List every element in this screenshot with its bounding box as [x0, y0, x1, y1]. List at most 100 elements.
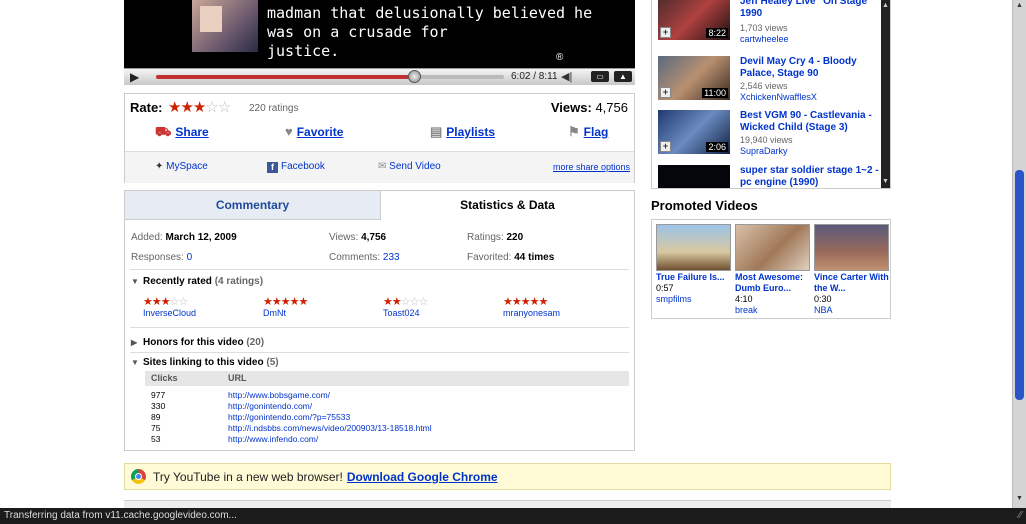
clicks-column-header: Clicks [151, 373, 178, 383]
video-frame-image [192, 0, 258, 52]
share-button[interactable]: ⛟ Share [155, 124, 209, 142]
popout-button-icon[interactable]: ▭ [591, 71, 609, 82]
link-url[interactable]: http://i.ndsbbs.com/news/video/200903/13… [228, 423, 432, 433]
link-url[interactable]: http://www.infendo.com/ [228, 434, 318, 444]
related-video-item[interactable]: + 2:06 Best VGM 90 - Castlevania - Wicke… [658, 110, 878, 160]
time-display: 6:02 / 8:11 [511, 71, 558, 82]
chrome-promo-banner: Try YouTube in a new web browser! Downloa… [124, 463, 891, 490]
share-options-row: ✦ MySpace f Facebook ✉ Send Video more sh… [125, 151, 634, 183]
promoted-video-channel[interactable]: smpfilms [656, 294, 734, 305]
views-value: 4,756 [595, 100, 628, 115]
promoted-video-title[interactable]: Most Awesome: Dumb Euro... [735, 272, 813, 294]
sites-linking-toggle[interactable]: ▼ Sites linking to this video (5) [131, 357, 279, 368]
scroll-up-icon[interactable]: ▲ [882, 2, 889, 9]
related-video-user[interactable]: SupraDarky [740, 146, 788, 156]
promoted-video-title[interactable]: Vince Carter With the W... [814, 272, 892, 294]
divider [130, 352, 629, 353]
myspace-icon: ✦ [155, 161, 164, 172]
resize-grip-icon[interactable]: ⁄⁄ [1019, 508, 1022, 524]
rating-stars[interactable]: ★★★☆☆ [168, 98, 231, 116]
add-to-quicklist-icon[interactable]: + [660, 27, 671, 38]
honors-toggle[interactable]: ▶ Honors for this video (20) [131, 337, 264, 348]
related-video-user[interactable]: cartwheelee [740, 34, 789, 44]
rater-user-link[interactable]: mranyonesam [503, 308, 593, 318]
related-video-title[interactable]: Devil May Cry 4 - Bloody Palace, Stage 9… [740, 56, 880, 80]
video-thumbnail[interactable]: + 8:22 [658, 0, 730, 40]
tab-statistics[interactable]: Statistics & Data [381, 191, 634, 220]
video-thumbnail[interactable] [814, 224, 889, 271]
comments-link[interactable]: 233 [383, 252, 400, 263]
link-url[interactable]: http://gonintendo.com/ [228, 401, 312, 411]
tab-commentary[interactable]: Commentary [125, 191, 381, 220]
link-url[interactable]: http://www.bobsgame.com/ [228, 390, 330, 400]
playlists-button[interactable]: ▤ Playlists [430, 124, 495, 140]
rater-user-link[interactable]: Toast024 [383, 308, 473, 318]
star-filled-icon[interactable]: ★ [193, 99, 206, 116]
video-thumbnail[interactable]: + 2:06 [658, 110, 730, 154]
promoted-video-title[interactable]: True Failure Is... [656, 272, 734, 283]
star-empty-icon: ☆ [409, 296, 420, 308]
recently-rated-toggle[interactable]: ▼ Recently rated (4 ratings) [131, 276, 263, 287]
favorite-button[interactable]: ♥ Favorite [285, 124, 343, 139]
play-icon[interactable]: ▶ [130, 70, 139, 84]
more-share-options-link[interactable]: more share options [553, 162, 630, 172]
rater-stars: ★★★★★ [263, 296, 308, 308]
video-thumbnail[interactable]: + 11:00 [658, 56, 730, 100]
star-filled-icon: ★ [383, 296, 393, 308]
fullscreen-button-icon[interactable]: ▲ [614, 71, 632, 82]
video-thumbnail[interactable] [656, 224, 731, 271]
seek-bar-played [156, 75, 414, 79]
scroll-up-icon[interactable]: ▲ [1015, 2, 1024, 9]
rater-user-link[interactable]: InverseCloud [143, 308, 233, 318]
flag-icon: ⚑ [568, 124, 580, 139]
triangle-down-icon: ▼ [131, 277, 139, 286]
send-video-link[interactable]: ✉ Send Video [378, 161, 441, 172]
facebook-share-link[interactable]: f Facebook [267, 161, 325, 173]
related-video-user[interactable]: XchickenNwafflesX [740, 92, 817, 102]
scrollbar-thumb[interactable] [1015, 170, 1024, 400]
star-filled-icon: ★ [160, 296, 171, 308]
promoted-video-duration: 4:10 [735, 294, 753, 304]
promoted-video-channel[interactable]: break [735, 305, 813, 316]
page-scrollbar[interactable]: ▲ ▼ [1012, 0, 1026, 508]
related-video-item[interactable]: + 11:00 Devil May Cry 4 - Bloody Palace,… [658, 56, 878, 106]
related-list-scrollbar[interactable]: ▲ ▼ [881, 0, 890, 188]
promoted-video-channel[interactable]: NBA [814, 305, 892, 316]
rater-stars: ★★☆☆☆ [383, 296, 429, 308]
link-url[interactable]: http://gonintendo.com/?p=75533 [228, 412, 350, 422]
rater-user-link[interactable]: DmNt [263, 308, 353, 318]
scroll-down-icon[interactable]: ▼ [882, 178, 889, 185]
stat-added: Added: March 12, 2009 [131, 232, 237, 243]
star-empty-icon: ☆ [400, 296, 411, 308]
rater-entry: ★★★★★ DmNt [263, 295, 353, 318]
star-filled-icon[interactable]: ★ [168, 99, 181, 116]
promoted-video-item[interactable]: True Failure Is... 0:57 smpfilms [656, 224, 734, 305]
related-video-item[interactable]: + 8:22 Jeff Healey Live "On Stage" 1990 … [658, 0, 878, 46]
seek-handle[interactable] [407, 70, 421, 83]
related-video-title[interactable]: super star soldier stage 1~2 - pc engine… [740, 165, 880, 188]
add-to-quicklist-icon[interactable]: + [660, 87, 671, 98]
star-empty-icon: ☆ [418, 296, 429, 308]
related-video-title[interactable]: Jeff Healey Live "On Stage" 1990 [740, 0, 880, 20]
related-video-item[interactable]: super star soldier stage 1~2 - pc engine… [658, 165, 880, 188]
video-thumbnail[interactable] [735, 224, 810, 271]
star-empty-icon[interactable]: ☆ [218, 99, 231, 116]
download-chrome-link[interactable]: Download Google Chrome [347, 470, 498, 484]
myspace-share-link[interactable]: ✦ MySpace [155, 161, 208, 172]
flag-button[interactable]: ⚑ Flag [568, 124, 608, 140]
browser-status-bar: Transferring data from v11.cache.googlev… [0, 508, 1026, 524]
star-filled-icon[interactable]: ★ [180, 99, 193, 116]
star-empty-icon[interactable]: ☆ [205, 99, 218, 116]
star-filled-icon: ★ [511, 296, 522, 308]
responses-link[interactable]: 0 [187, 252, 193, 263]
video-player[interactable]: madman that delusionally believed he was… [124, 0, 635, 68]
promoted-video-item[interactable]: Most Awesome: Dumb Euro... 4:10 break [735, 224, 813, 316]
url-column-header: URL [228, 373, 247, 383]
promoted-video-item[interactable]: Vince Carter With the W... 0:30 NBA [814, 224, 892, 316]
scroll-down-icon[interactable]: ▼ [1015, 495, 1024, 502]
volume-icon[interactable]: ◀| [561, 70, 572, 83]
heart-icon: ♥ [285, 124, 293, 139]
add-to-quicklist-icon[interactable]: + [660, 141, 671, 152]
related-video-title[interactable]: Best VGM 90 - Castlevania - Wicked Child… [740, 110, 880, 134]
video-thumbnail[interactable] [658, 165, 730, 188]
